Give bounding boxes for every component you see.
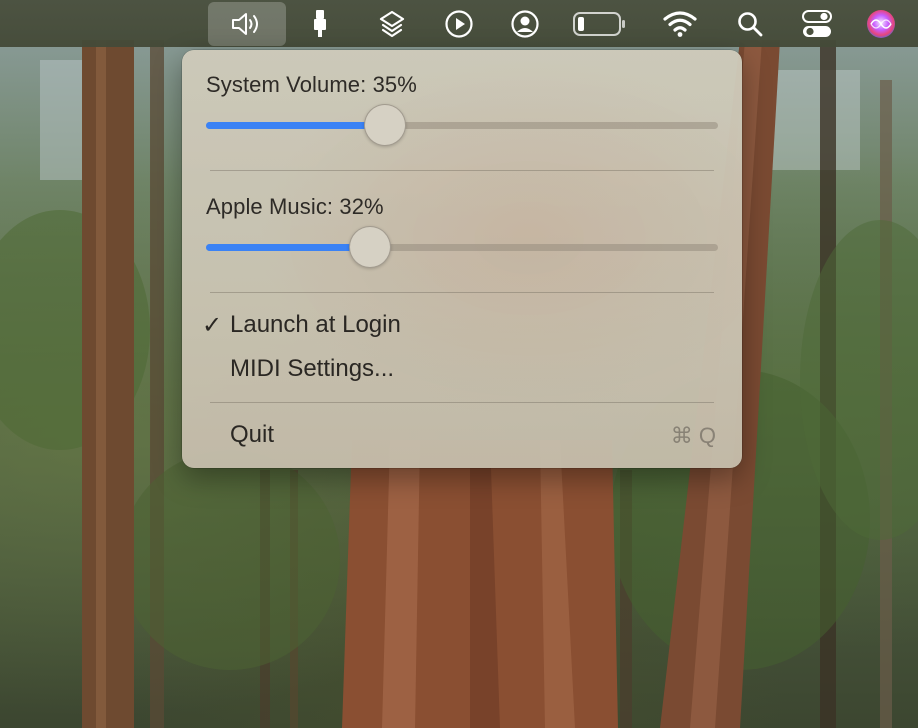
apple-music-volume-slider[interactable] [206, 226, 718, 270]
control-center-icon [802, 10, 832, 37]
menu-item-label: Launch at Login [230, 311, 401, 338]
wifi-icon [663, 11, 697, 37]
menubar-volume-button[interactable] [208, 2, 286, 46]
separator [210, 170, 714, 171]
menubar-battery-button[interactable] [570, 2, 628, 46]
spotlight-search-icon [738, 12, 763, 37]
system-volume-knob[interactable] [364, 104, 406, 146]
battery-icon [573, 12, 625, 36]
play-circle-icon [445, 10, 473, 38]
menu-item-quit[interactable]: Quit ⌘ Q [182, 417, 742, 457]
system-volume-fill [206, 122, 385, 129]
system-volume-label: System Volume: 35% [206, 72, 417, 97]
checkmark-icon: ✓ [202, 312, 223, 339]
keyboard-shortcut: ⌘ Q [670, 423, 716, 448]
menubar-now-playing-button[interactable] [438, 2, 480, 46]
menubar-control-center-button[interactable] [796, 2, 838, 46]
menu-item-launch-at-login[interactable]: ✓ Launch at Login [182, 307, 742, 347]
menubar-shortcuts-button[interactable] [370, 2, 414, 46]
volume-menu-panel: System Volume: 35% Apple Music: 32% ✓ La… [182, 50, 742, 468]
menubar-siri-button[interactable] [860, 2, 902, 46]
menu-item-midi-settings[interactable]: MIDI Settings... [182, 351, 742, 391]
apple-music-volume-knob[interactable] [349, 226, 391, 268]
menubar-usb-button[interactable] [300, 2, 340, 46]
separator [210, 292, 714, 293]
user-account-icon [511, 10, 539, 38]
apple-music-volume-fill [206, 244, 370, 251]
menu-item-label: Quit [230, 421, 275, 448]
menubar-user-button[interactable] [504, 2, 546, 46]
shortcuts-layers-icon [379, 10, 405, 38]
apple-music-volume-label: Apple Music: 32% [206, 194, 384, 219]
menubar-wifi-button[interactable] [658, 2, 702, 46]
menu-item-label: MIDI Settings... [230, 355, 395, 382]
speaker-volume-icon [232, 13, 258, 35]
system-volume-slider[interactable] [206, 104, 718, 148]
usb-plug-icon [314, 10, 326, 37]
separator [210, 402, 714, 403]
siri-icon [867, 10, 895, 38]
menu-bar [0, 0, 918, 47]
menubar-spotlight-button[interactable] [730, 2, 770, 46]
